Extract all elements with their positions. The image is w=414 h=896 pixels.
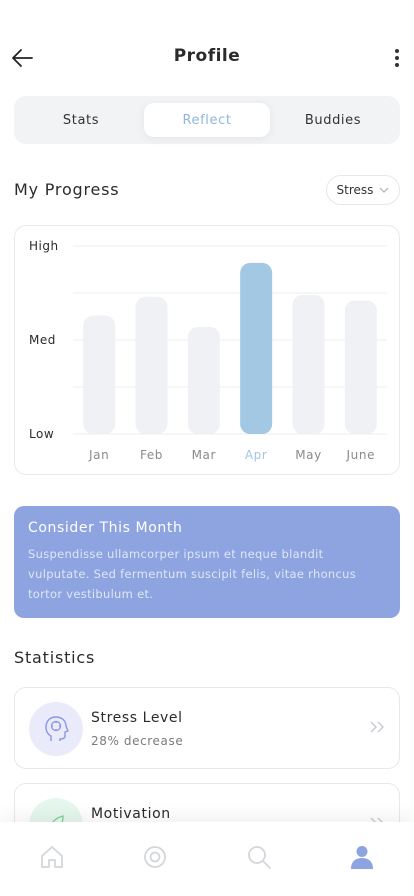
progress-bar-chart: High Med Low Jan Feb Mar Apr May June xyxy=(29,239,387,462)
stat-sub: 28% decrease xyxy=(91,734,184,748)
segmented-tabs: Stats Reflect Buddies xyxy=(14,96,400,144)
y-tick-label: Med xyxy=(29,333,56,347)
more-dot-icon xyxy=(395,56,399,60)
profile-icon xyxy=(351,846,374,869)
stat-name: Stress Level xyxy=(91,710,183,726)
nav-profile[interactable] xyxy=(337,832,387,882)
bar-jan xyxy=(83,315,116,434)
stat-name: Motivation xyxy=(91,806,171,822)
bar-apr xyxy=(240,262,273,434)
head-icon xyxy=(45,716,69,741)
progress-chart-card: High Med Low Jan Feb Mar Apr May June xyxy=(14,225,400,475)
tab-buddies[interactable]: Buddies xyxy=(270,103,396,137)
metric-dropdown-value: Stress xyxy=(336,183,374,197)
consider-title: Consider This Month xyxy=(28,520,183,536)
consider-body: Suspendisse ullamcorper ipsum et neque b… xyxy=(28,547,357,601)
bar-june xyxy=(344,300,377,434)
metric-dropdown[interactable]: Stress xyxy=(326,175,400,205)
nav-home[interactable] xyxy=(27,832,77,882)
statistics-title: Statistics xyxy=(14,648,96,667)
stat-card-stress[interactable]: Stress Level 28% decrease xyxy=(14,687,400,769)
page-title: Profile xyxy=(173,46,241,66)
double-chevron-right-icon xyxy=(370,721,385,733)
bar-mar xyxy=(187,326,220,434)
nav-target[interactable] xyxy=(130,832,180,882)
header: Profile xyxy=(0,36,414,80)
bar-feb xyxy=(135,296,168,434)
x-tick-label: Apr xyxy=(245,448,268,462)
target-icon xyxy=(144,846,167,868)
x-tick-label: June xyxy=(346,448,376,462)
consider-card: Consider This Month Suspendisse ullamcor… xyxy=(14,506,400,618)
x-tick-label: Jan xyxy=(88,448,109,462)
x-tick-label: May xyxy=(295,448,322,462)
stat-icon-circle xyxy=(29,702,83,756)
y-tick-label: Low xyxy=(29,427,54,441)
more-dot-icon xyxy=(395,63,399,67)
tab-reflect[interactable]: Reflect xyxy=(144,103,270,137)
progress-title: My Progress xyxy=(14,180,120,199)
y-tick-label: High xyxy=(29,239,59,253)
home-icon xyxy=(40,846,63,868)
x-tick-label: Mar xyxy=(192,448,216,462)
more-dot-icon xyxy=(395,49,399,53)
chevron-down-icon xyxy=(379,187,389,193)
bar-may xyxy=(292,294,325,434)
search-icon xyxy=(247,846,271,869)
x-tick-label: Feb xyxy=(140,448,163,462)
nav-search[interactable] xyxy=(234,832,284,882)
more-options-button[interactable] xyxy=(388,44,406,72)
bottom-navigation xyxy=(0,822,414,896)
tab-stats[interactable]: Stats xyxy=(18,103,144,137)
